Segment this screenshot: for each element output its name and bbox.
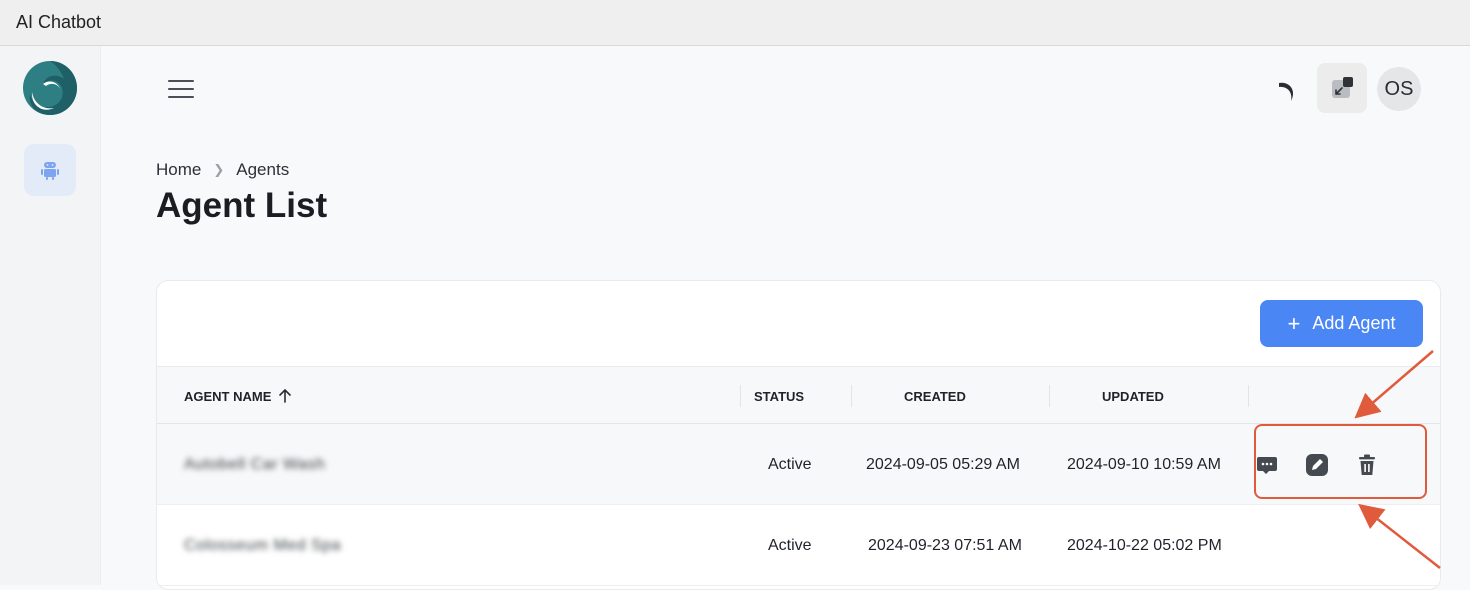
column-divider	[1248, 385, 1249, 407]
updated-cell: 2024-10-22 05:02 PM	[1067, 536, 1222, 554]
agent-name-cell: Colosseum Med Spa	[184, 536, 342, 554]
column-header-created[interactable]: CREATED	[904, 367, 966, 425]
add-agent-button[interactable]: + Add Agent	[1260, 300, 1423, 347]
table-row[interactable]: Colosseum Med Spa Active 2024-09-23 07:5…	[157, 505, 1440, 586]
agent-list-card: + Add Agent AGENT NAME STATUS CREATED UP…	[156, 280, 1441, 590]
theme-toggle-icon	[1279, 82, 1294, 101]
sidebar-item-agents[interactable]	[24, 144, 76, 196]
user-avatar[interactable]: OS	[1377, 67, 1421, 111]
page-title: Agent List	[156, 186, 328, 225]
menu-icon[interactable]	[168, 80, 194, 98]
chevron-right-icon: ❯	[213, 162, 225, 177]
sort-ascending-icon[interactable]	[277, 388, 293, 404]
avatar-initials: OS	[1384, 77, 1414, 100]
status-cell: Active	[768, 455, 812, 473]
updated-cell: 2024-09-10 10:59 AM	[1067, 455, 1221, 473]
app-title: AI Chatbot	[16, 12, 102, 32]
table-row[interactable]: Autobell Car Wash Active 2024-09-05 05:2…	[157, 424, 1440, 505]
android-robot-icon	[41, 162, 59, 180]
column-divider	[851, 385, 852, 407]
agent-name-cell: Autobell Car Wash	[184, 455, 326, 473]
plus-icon: +	[1287, 310, 1301, 336]
status-cell: Active	[768, 536, 812, 554]
brand-logo[interactable]	[22, 58, 78, 118]
breadcrumb: Home ❯ Agents	[156, 160, 289, 180]
column-header-status[interactable]: STATUS	[754, 367, 804, 425]
column-header-updated[interactable]: UPDATED	[1102, 367, 1164, 425]
column-divider	[740, 385, 741, 407]
table-header: AGENT NAME STATUS CREATED UPDATED	[157, 366, 1440, 425]
column-divider	[1049, 385, 1050, 407]
sidebar	[0, 46, 101, 585]
created-cell: 2024-09-05 05:29 AM	[866, 455, 1020, 473]
add-agent-label: Add Agent	[1312, 313, 1396, 333]
window-titlebar: AI Chatbot	[0, 0, 1470, 46]
collapse-window-button[interactable]	[1317, 63, 1367, 113]
main-content: OS Home ❯ Agents Agent List + Add Agent …	[101, 46, 1470, 590]
column-header-agent-name[interactable]: AGENT NAME	[184, 367, 293, 425]
theme-toggle-button[interactable]	[1269, 74, 1303, 108]
actions-highlight-box	[1254, 424, 1427, 499]
breadcrumb-home[interactable]: Home	[156, 160, 201, 180]
breadcrumb-current: Agents	[236, 160, 290, 179]
created-cell: 2024-09-23 07:51 AM	[868, 536, 1022, 554]
collapse-window-icon	[1332, 77, 1353, 98]
